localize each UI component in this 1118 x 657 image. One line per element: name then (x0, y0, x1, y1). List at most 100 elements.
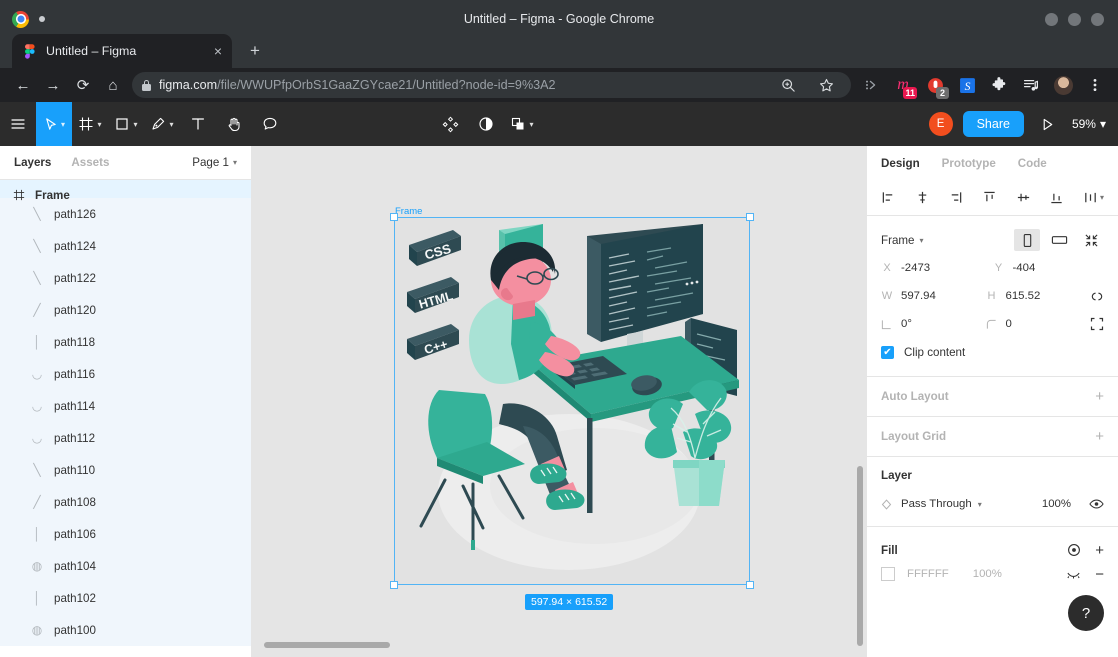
x-field[interactable]: X -2473 (881, 262, 993, 274)
resize-to-fit-icon[interactable] (1078, 229, 1104, 251)
independent-corners-icon[interactable] (1090, 317, 1104, 331)
list-item[interactable]: ╲ path124 (0, 230, 251, 262)
list-item[interactable]: ╲ path110 (0, 454, 251, 486)
rotation-field[interactable]: 0° (881, 318, 986, 330)
height-field[interactable]: H 615.52 (986, 290, 1091, 302)
eye-icon[interactable] (1089, 498, 1104, 510)
canvas-frame-label[interactable]: Frame (395, 206, 422, 217)
link-constrain-icon[interactable] (1090, 289, 1104, 304)
monica-icon[interactable]: m 11 (890, 72, 917, 99)
tab-close-icon[interactable]: × (214, 44, 222, 58)
shape-tool-button[interactable]: ▾ (108, 102, 144, 146)
orientation-landscape-button[interactable] (1046, 229, 1072, 251)
canvas-vertical-scrollbar[interactable] (857, 466, 863, 646)
present-button[interactable] (1030, 102, 1066, 146)
blend-mode-dropdown[interactable]: Pass Through ▾ (901, 498, 982, 510)
layer-list[interactable]: ╲ path126 ╲ path124 ╲ path122 ╱ path120 │ path118… (0, 198, 251, 646)
star-icon[interactable] (813, 72, 839, 98)
text-tool-button[interactable] (180, 102, 216, 146)
reading-list-icon[interactable] (1018, 72, 1044, 98)
add-auto-layout-button[interactable]: + (1095, 388, 1104, 405)
orientation-portrait-button[interactable] (1014, 229, 1040, 251)
tab-code[interactable]: Code (1018, 157, 1047, 170)
tab-prototype[interactable]: Prototype (942, 157, 996, 170)
address-bar[interactable]: figma.com/file/WWUPfpOrbS1GaaZGYcae21/Un… (132, 72, 851, 98)
list-item[interactable]: ╱ path120 (0, 294, 251, 326)
eye-hidden-icon[interactable] (1066, 568, 1081, 580)
fill-hex-value[interactable]: FFFFFF (907, 568, 949, 580)
main-menu-button[interactable] (0, 102, 36, 146)
chevron-down-icon[interactable]: ▾ (133, 120, 137, 129)
window-minimize-button[interactable] (1045, 12, 1058, 26)
clip-content-row[interactable]: ✔ Clip content (881, 338, 1104, 366)
align-vertical-center-icon[interactable] (1016, 190, 1031, 205)
add-layout-grid-button[interactable]: + (1095, 428, 1104, 445)
list-item[interactable]: ◡ path116 (0, 358, 251, 390)
list-item[interactable]: │ path102 (0, 582, 251, 614)
profile-avatar[interactable] (1050, 72, 1076, 98)
layer-opacity-value[interactable]: 100% (1042, 498, 1071, 510)
chevron-down-icon[interactable]: ▾ (169, 120, 173, 129)
boolean-tool-button[interactable]: ▾ (504, 102, 540, 146)
forward-button[interactable]: → (38, 70, 68, 100)
canvas-horizontal-scrollbar[interactable] (264, 642, 390, 648)
list-item[interactable]: ◍ path104 (0, 550, 251, 582)
selection-handle-bottom-right[interactable] (746, 581, 754, 589)
width-field[interactable]: W 597.94 (881, 290, 986, 302)
frame-tool-button[interactable]: ▾ (72, 102, 108, 146)
pen-tool-button[interactable]: ▾ (144, 102, 180, 146)
s-extension-icon[interactable]: S (954, 72, 980, 98)
reload-button[interactable]: ⟳ (68, 70, 98, 100)
list-item[interactable]: ╲ path122 (0, 262, 251, 294)
list-item[interactable]: ◍ path100 (0, 614, 251, 646)
selection-handle-bottom-left[interactable] (390, 581, 398, 589)
home-button[interactable]: ⌂ (98, 70, 128, 100)
back-button[interactable]: ← (8, 70, 38, 100)
y-field[interactable]: Y -404 (993, 262, 1105, 274)
list-item[interactable]: ◡ path114 (0, 390, 251, 422)
selection-bounding-box[interactable] (394, 217, 750, 585)
chevron-down-icon[interactable]: ▾ (529, 120, 533, 129)
browser-tab[interactable]: Untitled – Figma × (12, 34, 232, 68)
page-selector[interactable]: Page 1 ▾ (192, 156, 237, 169)
comment-tool-button[interactable] (252, 102, 288, 146)
share-button[interactable]: Share (962, 111, 1024, 137)
tab-design[interactable]: Design (881, 157, 920, 170)
chevron-down-icon[interactable]: ▾ (1100, 193, 1104, 202)
fill-opacity-value[interactable]: 100% (973, 568, 1002, 580)
mask-tool-button[interactable] (468, 102, 504, 146)
three-dot-menu-icon[interactable] (1082, 72, 1108, 98)
align-horizontal-center-icon[interactable] (915, 190, 930, 205)
collaborator-avatar[interactable]: E (928, 112, 953, 136)
puzzle-extensions-icon[interactable] (986, 72, 1012, 98)
selection-handle-top-right[interactable] (746, 213, 754, 221)
frame-type-dropdown[interactable]: Frame ▾ (881, 234, 924, 247)
list-item[interactable]: ╱ path108 (0, 486, 251, 518)
chevron-down-icon[interactable]: ▾ (61, 120, 65, 129)
tab-assets[interactable]: Assets (71, 156, 109, 169)
align-left-icon[interactable] (881, 190, 896, 205)
list-item[interactable]: │ path118 (0, 326, 251, 358)
red-extension-icon[interactable]: 2 (922, 72, 949, 99)
hand-tool-button[interactable] (216, 102, 252, 146)
list-item[interactable]: ◡ path112 (0, 422, 251, 454)
align-right-icon[interactable] (948, 190, 963, 205)
new-tab-button[interactable]: + (242, 38, 268, 64)
corner-radius-field[interactable]: 0 (986, 318, 1091, 330)
zoom-search-icon[interactable] (775, 72, 801, 98)
align-top-icon[interactable] (982, 190, 997, 205)
add-fill-button[interactable]: + (1095, 542, 1104, 559)
components-tool-button[interactable] (432, 102, 468, 146)
fill-color-swatch[interactable] (881, 567, 895, 581)
window-close-button[interactable] (1091, 12, 1104, 26)
dots-arrow-icon[interactable] (858, 72, 884, 98)
styles-icon[interactable] (1067, 543, 1081, 557)
list-item[interactable]: ╲ path126 (0, 198, 251, 230)
list-item[interactable]: │ path106 (0, 518, 251, 550)
selection-handle-top-left[interactable] (390, 213, 398, 221)
align-bottom-icon[interactable] (1049, 190, 1064, 205)
distribute-icon[interactable]: ▾ (1083, 190, 1104, 205)
window-maximize-button[interactable] (1068, 12, 1081, 26)
remove-fill-button[interactable]: − (1095, 566, 1104, 583)
design-canvas[interactable]: Frame CSS HTML C++ 597.94 × 615.52 (252, 146, 866, 657)
